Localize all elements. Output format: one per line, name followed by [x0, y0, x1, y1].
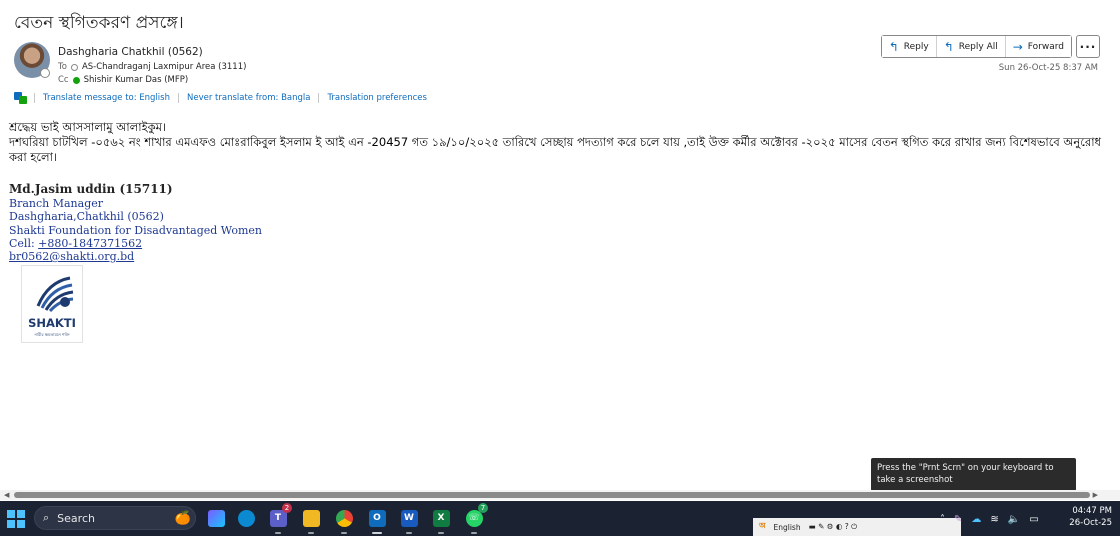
teams-badge: 2 — [282, 503, 292, 513]
reply-label: Reply — [903, 41, 929, 52]
system-tray: ˄ ✎ ☁ ≋ 🔈 ▭ — [940, 503, 1039, 535]
bangla-keyboard-icon: অ — [759, 521, 766, 530]
language-label: English — [773, 522, 801, 532]
cc-row: Cc Shishir Kumar Das (MFP) — [58, 75, 188, 85]
signature: Md.Jasim uddin (15711) Branch Manager Da… — [9, 182, 263, 263]
search-label: Search — [57, 511, 95, 525]
teams-icon[interactable]: T2 — [267, 503, 292, 534]
scroll-right-icon[interactable]: ▶ — [1093, 491, 1098, 499]
screenshot-tooltip: Press the "Prnt Scrn" on your keyboard t… — [871, 458, 1076, 491]
toolbar-tools-icon: ▬ ✎ ⚙ ◐ ? ⏻ — [808, 522, 858, 531]
shakti-logo: SHAKTI নারীর ক্ষমতায়নে শক্তি — [21, 265, 83, 343]
windows-start-icon[interactable] — [7, 510, 25, 528]
signature-branch: Dashgharia,Chatkhil (0562) — [9, 210, 164, 224]
battery-icon[interactable]: ▭ — [1029, 514, 1038, 525]
pen-icon[interactable]: ✎ — [954, 514, 962, 525]
never-translate-link[interactable]: Never translate from: Bangla — [178, 93, 318, 103]
logo-tagline: নারীর ক্ষমতায়নে শক্তি — [34, 332, 70, 337]
presence-status-icon — [40, 68, 50, 78]
forward-icon: → — [1012, 39, 1023, 54]
forward-label: Forward — [1027, 41, 1064, 52]
translate-icon — [14, 92, 28, 104]
to-recipient[interactable]: AS-Chandraganj Laxmipur Area (3111) — [82, 62, 246, 72]
taskbar-clock[interactable]: 04:47 PM 26-Oct-25 — [1069, 505, 1112, 529]
wifi-icon[interactable]: ≋ — [990, 514, 998, 525]
taskbar-search[interactable]: ⌕ Search 🍊 — [34, 506, 196, 530]
body-greeting: শ্রদ্ধেয় ভাই আসসালামু আলাইকুম। — [9, 120, 167, 134]
presence-online-icon — [72, 76, 80, 84]
logo-brand-text: SHAKTI — [28, 316, 76, 330]
scroll-left-icon[interactable]: ◀ — [4, 491, 9, 499]
received-date: Sun 26-Oct-25 8:37 AM — [998, 63, 1098, 73]
clock-time: 04:47 PM — [1072, 506, 1112, 516]
cell-label: Cell: — [9, 236, 39, 250]
shakti-wave-icon — [36, 276, 74, 312]
cell-phone-link[interactable]: +880-1847371562 — [38, 237, 142, 250]
show-hidden-icons[interactable]: ˄ — [940, 514, 945, 525]
email-body: শ্রদ্ধেয় ভাই আসসালামু আলাইকুম। দশঘরিয়া… — [9, 120, 1109, 165]
signature-title: Branch Manager — [9, 197, 103, 211]
excel-icon[interactable]: X — [430, 507, 452, 534]
reply-all-button[interactable]: ↰ Reply All — [935, 36, 1005, 57]
search-highlight-icon: 🍊 — [174, 510, 191, 526]
reply-all-label: Reply All — [958, 41, 998, 52]
reply-button[interactable]: ↰ Reply — [881, 36, 936, 57]
to-row: To AS-Chandraganj Laxmipur Area (3111) — [58, 62, 246, 72]
translate-message-link[interactable]: Translate message to: English — [34, 93, 178, 103]
whatsapp-badge: 7 — [478, 503, 488, 513]
onedrive-icon[interactable]: ☁ — [971, 514, 981, 525]
reply-button-group: ↰ Reply ↰ Reply All → Forward — [880, 35, 1072, 58]
cc-label: Cc — [58, 75, 69, 85]
reply-all-icon: ↰ — [943, 39, 954, 54]
to-label: To — [58, 62, 67, 72]
message-actions: ↰ Reply ↰ Reply All → Forward ··· — [880, 35, 1100, 58]
translation-bar: Translate message to: English Never tran… — [14, 92, 435, 104]
body-paragraph: দশঘরিয়া চাটখিল -০৫৬২ নং শাখার এমএফও মোঃ… — [9, 135, 1101, 164]
file-explorer-icon[interactable] — [300, 507, 322, 534]
clock-date: 26-Oct-25 — [1069, 518, 1112, 528]
whatsapp-icon[interactable]: ☏ 7 — [463, 503, 488, 534]
horizontal-scrollbar[interactable]: ◀ ▶ — [0, 490, 1120, 500]
search-icon: ⌕ — [43, 511, 50, 524]
copilot-icon[interactable] — [205, 507, 227, 529]
signature-name: Md.Jasim uddin (15711) — [9, 182, 173, 196]
scrollbar-thumb[interactable] — [14, 492, 1090, 498]
edge-icon[interactable] — [235, 507, 257, 529]
presence-away-icon — [70, 63, 78, 71]
more-actions-button[interactable]: ··· — [1076, 35, 1100, 58]
forward-button[interactable]: → Forward — [1004, 36, 1071, 57]
chrome-icon[interactable] — [333, 507, 355, 534]
signature-org: Shakti Foundation for Disadvantaged Wome… — [9, 223, 263, 237]
signature-email-link[interactable]: br0562@shakti.org.bd — [9, 250, 262, 263]
translation-preferences-link[interactable]: Translation preferences — [318, 93, 434, 103]
word-icon[interactable]: W — [398, 507, 420, 534]
sender-name[interactable]: Dashgharia Chatkhil (0562) — [58, 46, 203, 58]
volume-icon[interactable]: 🔈 — [1008, 514, 1020, 525]
email-subject: বেতন স্থগিতকরণ প্রসঙ্গে। — [14, 13, 184, 33]
outlook-icon[interactable]: O — [366, 507, 388, 534]
language-toolbar[interactable]: অ English ▬ ✎ ⚙ ◐ ? ⏻ — [753, 518, 961, 536]
cc-recipient[interactable]: Shishir Kumar Das (MFP) — [84, 75, 189, 85]
signature-cell-row: Cell: +880-1847371562 — [9, 237, 262, 250]
reply-icon: ↰ — [888, 39, 899, 54]
